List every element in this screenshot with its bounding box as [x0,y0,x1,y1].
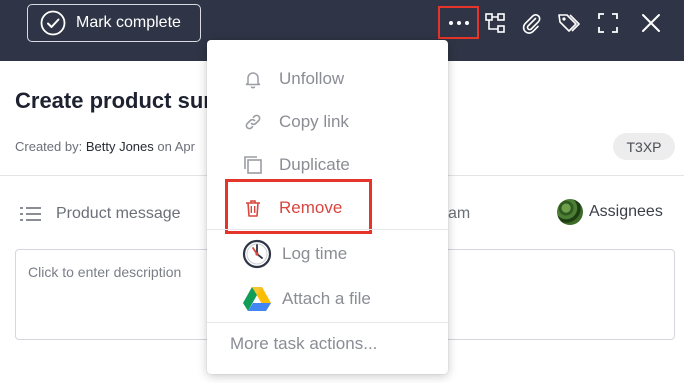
fullscreen-icon [598,13,618,33]
attachment-button[interactable] [516,8,546,38]
close-icon [642,14,660,32]
check-circle-icon [40,10,66,36]
menu-item-log-time[interactable]: Log time [207,234,448,274]
description-placeholder: Click to enter description [28,264,182,280]
menu-item-label: Remove [279,198,343,217]
more-icon [448,20,469,25]
duplicate-icon [240,152,266,178]
menu-item-label: Duplicate [279,155,350,174]
tags-button[interactable] [555,8,585,38]
attachment-icon [522,14,541,34]
product-field[interactable]: Product message [18,200,181,228]
list-icon [20,207,41,221]
google-drive-icon [242,284,272,314]
avatar [557,199,583,225]
menu-item-label: Attach a file [282,289,371,308]
menu-item-remove[interactable]: Remove [207,188,448,228]
task-title[interactable]: Create product sum [15,88,223,114]
close-button[interactable] [636,8,666,38]
more-task-actions-link[interactable]: More task actions... [230,334,377,354]
bell-icon [240,66,266,92]
link-icon [240,109,266,135]
mark-complete-button[interactable]: Mark complete [27,4,201,42]
menu-separator [207,229,448,230]
assignees-label: Assignees [589,203,663,220]
subtasks-button[interactable] [480,8,510,38]
created-by: Betty Jones [85,139,154,154]
fullscreen-button[interactable] [593,8,623,38]
trash-icon [240,195,266,221]
team-field[interactable]: am [448,205,470,223]
created-date: on Apr [157,139,195,154]
menu-item-duplicate[interactable]: Duplicate [207,145,448,185]
menu-item-attach-file[interactable]: Attach a file [207,279,448,319]
mark-complete-label: Mark complete [76,14,181,31]
task-id-badge[interactable]: T3XP [613,133,675,160]
menu-item-copy-link[interactable]: Copy link [207,102,448,142]
created-info: Created by: Betty Jones on Apr [15,139,195,154]
clock-icon [242,239,272,269]
task-actions-menu: Unfollow Copy link Duplicate Remove Log … [207,40,448,374]
menu-item-unfollow[interactable]: Unfollow [207,59,448,99]
assignees-field[interactable]: Assignees [557,199,663,225]
product-label: Product message [56,205,181,222]
created-prefix: Created by: [15,139,83,154]
subtasks-icon [485,13,505,33]
tags-icon [558,14,580,32]
menu-separator [207,322,448,323]
menu-item-label: Log time [282,244,348,263]
more-actions-button[interactable] [438,6,479,39]
menu-item-label: Copy link [279,112,349,131]
menu-item-label: Unfollow [279,69,345,88]
